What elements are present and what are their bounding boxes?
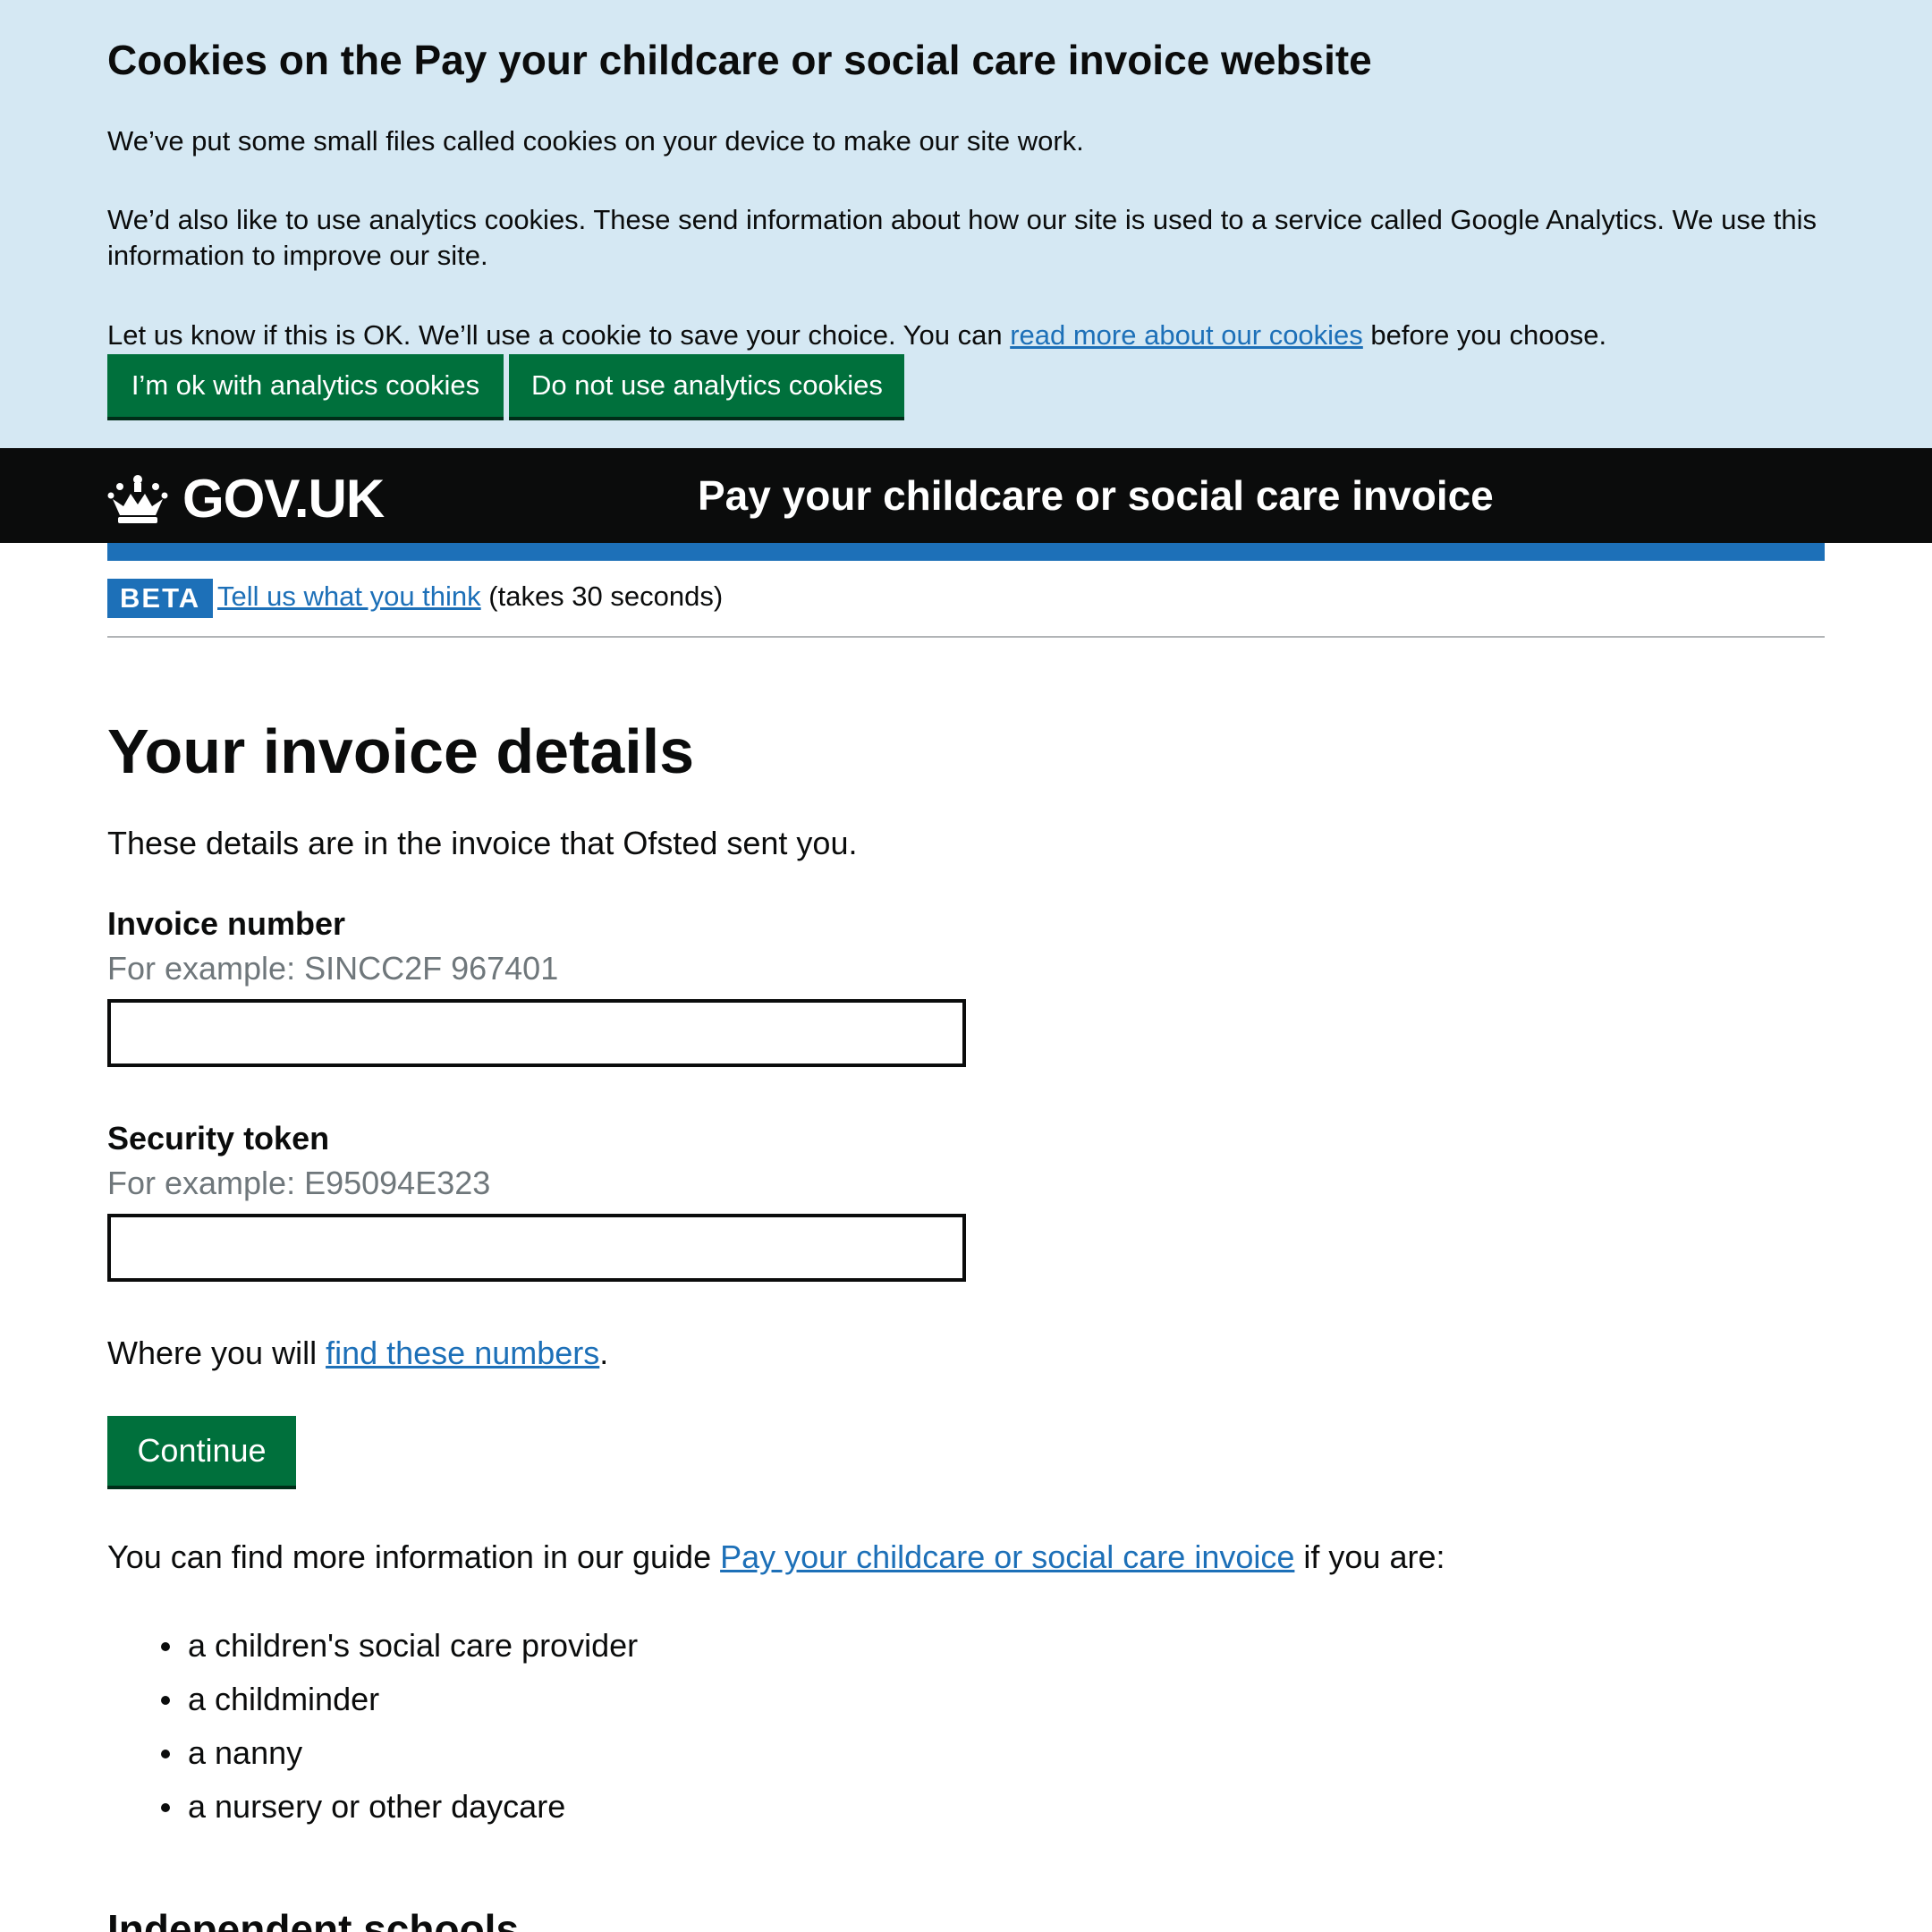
security-token-input[interactable] bbox=[107, 1214, 966, 1282]
list-item: a nursery or other daycare bbox=[160, 1780, 638, 1834]
service-name-link[interactable]: Pay your childcare or social care invoic… bbox=[698, 471, 1494, 520]
invoice-number-input[interactable] bbox=[107, 999, 966, 1067]
cookie-banner-title: Cookies on the Pay your childcare or soc… bbox=[107, 37, 1372, 83]
cookie-banner-choice-text: Let us know if this is OK. We’ll use a c… bbox=[107, 318, 1825, 353]
beta-tag: BETA bbox=[107, 579, 214, 618]
lead-paragraph: These details are in the invoice that Of… bbox=[107, 825, 858, 861]
page-title: Your invoice details bbox=[107, 716, 695, 786]
govuk-header: GOV.UK Pay your childcare or social care… bbox=[0, 448, 1932, 543]
provider-type-list: a children's social care provider a chil… bbox=[160, 1619, 638, 1834]
invoice-number-hint: For example: SINCC2F 967401 bbox=[107, 950, 559, 987]
cookie-banner: Cookies on the Pay your childcare or soc… bbox=[0, 0, 1932, 448]
find-numbers-text-before: Where you will bbox=[107, 1335, 326, 1371]
guide-text-after: if you are: bbox=[1294, 1538, 1445, 1575]
security-token-hint: For example: E95094E323 bbox=[107, 1165, 491, 1201]
cookie-banner-text: We’ve put some small files called cookie… bbox=[107, 125, 1084, 157]
govuk-logo-text: GOV.UK bbox=[182, 469, 385, 529]
phase-banner-text: Tell us what you think (takes 30 seconds… bbox=[217, 580, 723, 613]
phase-banner: BETA Tell us what you think (takes 30 se… bbox=[107, 579, 1825, 638]
find-numbers-text-after: . bbox=[599, 1335, 609, 1371]
cookie-choice-text-before: Let us know if this is OK. We’ll use a c… bbox=[107, 319, 1011, 351]
guide-link[interactable]: Pay your childcare or social care invoic… bbox=[720, 1538, 1294, 1575]
list-item: a childminder bbox=[160, 1673, 638, 1726]
guide-text-before: You can find more information in our gui… bbox=[107, 1538, 721, 1575]
feedback-duration-text: (takes 30 seconds) bbox=[480, 580, 724, 612]
find-these-numbers-link[interactable]: find these numbers bbox=[326, 1335, 599, 1371]
list-item: a nanny bbox=[160, 1726, 638, 1780]
find-numbers-text: Where you will find these numbers. bbox=[107, 1335, 608, 1372]
cookie-choice-text-after: before you choose. bbox=[1362, 319, 1607, 351]
list-item: a children's social care provider bbox=[160, 1619, 638, 1673]
reject-analytics-cookies-button[interactable]: Do not use analytics cookies bbox=[509, 354, 904, 417]
security-token-label: Security token bbox=[107, 1120, 330, 1157]
guide-text: You can find more information in our gui… bbox=[107, 1538, 1445, 1576]
cookie-banner-analytics-text: We’d also like to use analytics cookies.… bbox=[107, 204, 1817, 271]
govuk-logo-link[interactable]: GOV.UK bbox=[107, 468, 385, 530]
continue-button[interactable]: Continue bbox=[107, 1416, 296, 1486]
header-blue-bar bbox=[107, 543, 1825, 561]
invoice-number-label: Invoice number bbox=[107, 905, 346, 942]
crown-icon bbox=[107, 474, 168, 523]
read-more-cookies-link[interactable]: read more about our cookies bbox=[1010, 319, 1363, 351]
feedback-link[interactable]: Tell us what you think bbox=[217, 580, 481, 612]
accept-analytics-cookies-button[interactable]: I’m ok with analytics cookies bbox=[107, 354, 504, 417]
independent-schools-heading: Independent schools bbox=[107, 1906, 520, 1932]
